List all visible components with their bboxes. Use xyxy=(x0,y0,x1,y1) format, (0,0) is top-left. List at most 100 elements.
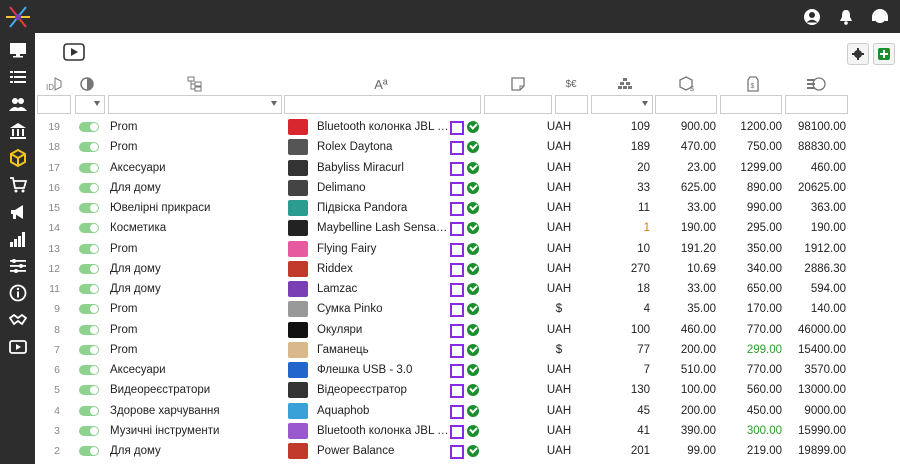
sidebar-item-orders[interactable] xyxy=(0,172,35,198)
sidebar-item-info[interactable] xyxy=(0,280,35,306)
toggle-switch[interactable] xyxy=(79,365,99,375)
table-row[interactable]: 4 Здорове харчування Aquaphob UAH 45 200.00 45… xyxy=(35,401,900,421)
active-toggle[interactable] xyxy=(79,239,101,259)
filter-currency-input[interactable] xyxy=(555,95,588,114)
active-toggle[interactable] xyxy=(79,259,101,279)
table-row[interactable]: 9 Prom Сумка Pinko $4 35.00 170.00 140.00 xyxy=(35,299,900,319)
video-icon[interactable] xyxy=(63,43,85,61)
status-ok[interactable] xyxy=(467,299,481,319)
toggle-switch[interactable] xyxy=(79,405,99,416)
sidebar-item-users[interactable] xyxy=(0,91,35,117)
row-product-name[interactable]: Підвіска Pandora xyxy=(317,198,449,218)
active-toggle[interactable] xyxy=(79,360,101,380)
status-ok[interactable] xyxy=(467,421,481,441)
active-toggle[interactable] xyxy=(79,117,101,137)
active-toggle[interactable] xyxy=(79,320,101,340)
toggle-switch[interactable] xyxy=(79,304,99,315)
product-thumbnail[interactable] xyxy=(288,421,310,441)
toggle-switch[interactable] xyxy=(79,142,99,153)
filter-purchase-price-input[interactable] xyxy=(655,95,717,114)
column-active-header[interactable] xyxy=(79,75,99,93)
toggle-switch[interactable] xyxy=(79,162,99,173)
mark-checkbox[interactable] xyxy=(450,360,464,380)
row-product-name[interactable]: Delimano xyxy=(317,178,449,198)
product-thumbnail[interactable] xyxy=(288,279,310,299)
status-ok[interactable] xyxy=(467,320,481,340)
active-toggle[interactable] xyxy=(79,137,101,157)
active-toggle[interactable] xyxy=(79,441,101,461)
table-row[interactable]: 13 Prom Flying Fairy UAH 10 191.20 350.00 1912.… xyxy=(35,239,900,259)
active-toggle[interactable] xyxy=(79,340,101,360)
row-product-name[interactable]: Сумка Pinko xyxy=(317,299,449,319)
toggle-switch[interactable] xyxy=(79,243,99,254)
row-product-name[interactable]: Riddex xyxy=(317,259,449,279)
active-toggle[interactable] xyxy=(79,421,101,441)
mark-checkbox[interactable] xyxy=(450,421,464,441)
row-product-name[interactable]: Aquaphob xyxy=(317,401,449,421)
table-row[interactable]: 12 Для дому Riddex UAH 270 10.69 340.00 2886.30 xyxy=(35,259,900,279)
table-row[interactable]: 16 Для дому Delimano UAH 33 625.00 890.00 20625… xyxy=(35,178,900,198)
filter-active-select[interactable] xyxy=(75,95,105,114)
toggle-switch[interactable] xyxy=(79,446,99,456)
filter-name-input[interactable] xyxy=(284,95,481,114)
sidebar-item-products[interactable] xyxy=(0,145,35,171)
product-thumbnail[interactable] xyxy=(288,259,310,279)
mark-checkbox[interactable] xyxy=(450,218,464,238)
table-row[interactable]: 19 Prom Bluetooth колонка JBL - ... UAH 109 9… xyxy=(35,117,900,137)
row-product-name[interactable]: Flying Fairy xyxy=(317,239,449,259)
toggle-switch[interactable] xyxy=(79,203,99,213)
product-thumbnail[interactable] xyxy=(288,117,310,137)
filter-sale-price-input[interactable] xyxy=(720,95,782,114)
active-toggle[interactable] xyxy=(79,198,101,218)
bell-icon[interactable] xyxy=(836,7,856,27)
column-name-header[interactable]: Aª xyxy=(370,75,392,93)
mark-checkbox[interactable] xyxy=(450,441,464,461)
mark-checkbox[interactable] xyxy=(450,178,464,198)
product-thumbnail[interactable] xyxy=(288,340,310,360)
row-product-name[interactable]: Гаманець xyxy=(317,340,449,360)
mark-checkbox[interactable] xyxy=(450,158,464,178)
active-toggle[interactable] xyxy=(79,218,101,238)
product-thumbnail[interactable] xyxy=(288,239,310,259)
column-purchase-price-header[interactable]: $ xyxy=(678,75,698,93)
mark-checkbox[interactable] xyxy=(450,198,464,218)
sidebar-item-partners[interactable] xyxy=(0,307,35,333)
column-id-header[interactable]: ID xyxy=(45,75,65,93)
filter-quantity-select[interactable] xyxy=(591,95,653,114)
status-ok[interactable] xyxy=(467,340,481,360)
toggle-switch[interactable] xyxy=(79,425,99,436)
table-row[interactable]: 6 Аксесуари Флешка USB - 3.0 UAH 7 510.00 770.… xyxy=(35,360,900,380)
sidebar-item-bank[interactable] xyxy=(0,118,35,144)
toggle-switch[interactable] xyxy=(79,324,99,335)
row-product-name[interactable]: Bluetooth колонка JBL P... xyxy=(317,421,449,441)
column-total-header[interactable] xyxy=(805,75,829,93)
mark-checkbox[interactable] xyxy=(450,320,464,340)
sidebar-item-video[interactable] xyxy=(0,334,35,360)
product-thumbnail[interactable] xyxy=(288,320,310,340)
row-product-name[interactable]: Rolex Daytona xyxy=(317,137,449,157)
table-row[interactable]: 2 Для дому Power Balance UAH 201 99.00 219.00 1… xyxy=(35,441,900,461)
status-ok[interactable] xyxy=(467,441,481,461)
product-thumbnail[interactable] xyxy=(288,137,310,157)
row-product-name[interactable]: Окуляри xyxy=(317,320,449,340)
table-row[interactable]: 11 Для дому Lamzac UAH 18 33.00 650.00 594.00 xyxy=(35,279,900,299)
product-thumbnail[interactable] xyxy=(288,380,310,400)
active-toggle[interactable] xyxy=(79,158,101,178)
toggle-switch[interactable] xyxy=(79,284,99,294)
column-category-header[interactable] xyxy=(185,75,205,93)
status-ok[interactable] xyxy=(467,198,481,218)
product-thumbnail[interactable] xyxy=(288,441,310,461)
toggle-switch[interactable] xyxy=(79,385,99,396)
row-product-name[interactable]: Флешка USB - 3.0 xyxy=(317,360,449,380)
user-circle-icon[interactable] xyxy=(802,7,822,27)
status-ok[interactable] xyxy=(467,117,481,137)
toggle-switch[interactable] xyxy=(79,344,99,355)
active-toggle[interactable] xyxy=(79,380,101,400)
product-thumbnail[interactable] xyxy=(288,299,310,319)
status-ok[interactable] xyxy=(467,137,481,157)
mark-checkbox[interactable] xyxy=(450,299,464,319)
toggle-switch[interactable] xyxy=(79,122,99,132)
table-row[interactable]: 14 Косметика Maybelline Lash Sensati... UAH… xyxy=(35,218,900,238)
sidebar-item-reports[interactable] xyxy=(0,226,35,252)
table-row[interactable]: 18 Prom Rolex Daytona UAH 189 470.00 750.00 888… xyxy=(35,137,900,157)
